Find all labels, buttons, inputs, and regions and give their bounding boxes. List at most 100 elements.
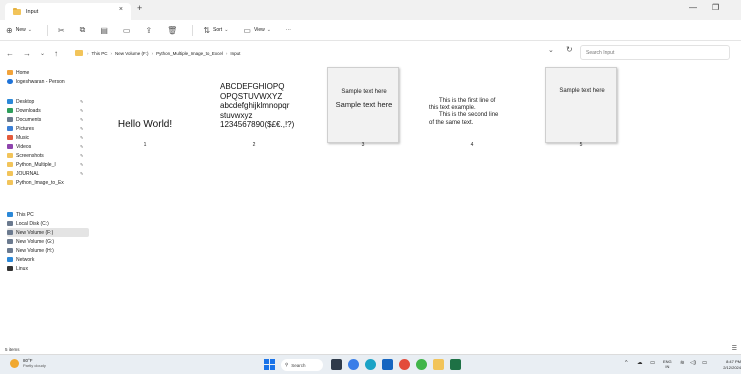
pin-icon[interactable]: ✎ (80, 117, 83, 122)
sidebar-item-new-volume-g[interactable]: New Volume (G:) (7, 237, 89, 246)
sidebar-item-python-multiple[interactable]: Python_Multiple_I ✎ (7, 160, 89, 169)
battery-icon[interactable]: ▭ (702, 360, 707, 366)
pin-icon[interactable]: ✎ (80, 171, 83, 176)
file-item[interactable]: Sample text here 5 (545, 67, 617, 153)
language-indicator[interactable]: ENG IN (663, 359, 672, 369)
excel-icon[interactable] (450, 359, 461, 370)
chevron-down-icon: ⌄ (224, 27, 229, 33)
sidebar-item-python-image[interactable]: Python_Image_to_Ex (7, 178, 89, 187)
app-icon[interactable] (416, 359, 427, 370)
address-bar[interactable]: › This PC › New Volume (F:) › Python_Mul… (71, 46, 541, 61)
pin-icon[interactable]: ✎ (80, 99, 83, 104)
maximize-button[interactable]: ❐ (712, 3, 719, 12)
pin-icon[interactable]: ✎ (80, 108, 83, 113)
sidebar-item-label: Local Disk (C:) (16, 220, 49, 227)
sidebar-item-linux[interactable]: Linux (7, 264, 89, 273)
more-options-button[interactable]: ··· (286, 27, 291, 33)
tray-app-icon[interactable]: ▭ (650, 360, 655, 366)
sidebar-item-onedrive[interactable]: logeshwaran - Person (7, 77, 89, 86)
taskbar-search[interactable]: ⚲ Search (281, 359, 323, 371)
cloud-tray-icon[interactable]: ☁ (637, 360, 643, 366)
file-name: 4 (470, 142, 474, 148)
folder-icon (7, 180, 13, 185)
sidebar-item-local-disk-c[interactable]: Local Disk (C:) (7, 219, 89, 228)
sidebar-item-new-volume-f[interactable]: New Volume (F:) (7, 228, 89, 237)
language-region: IN (665, 364, 670, 369)
wifi-icon[interactable]: ≋ (680, 360, 685, 366)
thumbnail-line: ABCDEFGHIOPQ (220, 82, 285, 91)
forward-arrow-icon[interactable]: → (23, 49, 31, 58)
sidebar-item-music[interactable]: Music ✎ (7, 133, 89, 142)
sort-button[interactable]: ⇅ Sort ⌄ (203, 26, 231, 35)
linux-icon (7, 266, 13, 271)
chrome-icon[interactable] (399, 359, 410, 370)
music-icon (7, 135, 13, 140)
folder-icon (7, 153, 13, 158)
copy-button[interactable]: ⧉ (80, 25, 89, 35)
sidebar-item-videos[interactable]: Videos ✎ (7, 142, 89, 151)
file-item[interactable]: Sample text here Sample text here 3 (327, 67, 399, 153)
cut-button[interactable]: ✂ (58, 26, 68, 35)
file-item[interactable]: ABCDEFGHIOPQ OPQSTUVWXYZ abcdefghijklmno… (218, 67, 294, 153)
plus-circle-icon: ⊕ (6, 25, 13, 35)
up-arrow-icon[interactable]: ↑ (54, 49, 58, 58)
pin-icon[interactable]: ✎ (80, 126, 83, 131)
sidebar-item-label: Home (16, 69, 30, 76)
search-input[interactable]: Search Input (580, 45, 730, 60)
sidebar-item-new-volume-h[interactable]: New Volume (H:) (7, 246, 89, 255)
sidebar-item-documents[interactable]: Documents ✎ (7, 115, 89, 124)
store-icon[interactable] (382, 359, 393, 370)
start-button[interactable] (264, 359, 275, 370)
refresh-icon[interactable]: ↻ (566, 45, 573, 54)
edge-browser-icon[interactable] (365, 359, 376, 370)
sidebar-item-label: logeshwaran - Person (16, 78, 65, 85)
weather-sun-icon (10, 358, 19, 368)
file-item[interactable]: Hello World! 1 (109, 67, 181, 153)
breadcrumb-new-volume[interactable]: New Volume (F:) (115, 51, 149, 56)
sidebar-item-label: Python_Multiple_I (16, 161, 56, 168)
sidebar-item-this-pc[interactable]: This PC (7, 210, 89, 219)
sidebar-item-pictures[interactable]: Pictures ✎ (7, 124, 89, 133)
close-tab-icon[interactable]: × (119, 6, 123, 13)
task-view-icon[interactable] (331, 359, 342, 370)
command-bar: ⊕ New ⌄ ✂ ⧉ ▤ ▭ ⇪ 🗑 ⇅ Sort ⌄ ▭ View ⌄ ··… (0, 20, 741, 41)
address-dropdown-icon[interactable]: ⌄ (548, 46, 554, 54)
sidebar-item-desktop[interactable]: Desktop ✎ (7, 97, 89, 106)
pin-icon[interactable]: ✎ (80, 153, 83, 158)
pin-icon[interactable]: ✎ (80, 144, 83, 149)
sidebar-item-journal[interactable]: JOURNAL ✎ (7, 169, 89, 178)
new-tab-button[interactable]: + (137, 3, 142, 13)
sidebar-item-screenshots[interactable]: Screenshots ✎ (7, 151, 89, 160)
windows-logo-icon (270, 365, 275, 370)
pin-icon[interactable]: ✎ (80, 135, 83, 140)
file-explorer-icon[interactable] (433, 359, 444, 370)
delete-button[interactable]: 🗑 (167, 26, 180, 35)
rename-button[interactable]: ▭ (123, 26, 134, 35)
back-arrow-icon[interactable]: ← (6, 49, 14, 58)
breadcrumb-input[interactable]: Input (230, 51, 240, 56)
file-item[interactable]: This is the first line of this text exam… (429, 67, 508, 153)
paste-button[interactable]: ▤ (100, 26, 111, 35)
item-count: 5 items (5, 346, 20, 352)
breadcrumb-project-folder[interactable]: Python_Multiple_Image_to_Excel (156, 51, 223, 56)
thumbnail-text: Sample text here (341, 89, 387, 95)
tab-input[interactable]: Input × (5, 3, 131, 20)
volume-icon[interactable]: ◁) (690, 360, 696, 366)
new-button[interactable]: ⊕ New ⌄ (6, 26, 35, 35)
sidebar-item-network[interactable]: Network (7, 255, 89, 264)
breadcrumb-this-pc[interactable]: This PC (92, 51, 108, 56)
weather-widget[interactable]: 80°F Partly cloudy (10, 358, 46, 368)
sidebar-item-home[interactable]: Home (7, 68, 89, 77)
pin-icon[interactable]: ✎ (80, 162, 83, 167)
view-button[interactable]: ▭ View ⌄ (243, 26, 274, 35)
chat-icon[interactable] (348, 359, 359, 370)
recent-chevron-icon[interactable]: ⌄ (40, 50, 45, 57)
minimize-button[interactable]: — (689, 3, 697, 12)
thumbnail-text: This is the first line of this text exam… (429, 98, 515, 127)
sidebar-item-downloads[interactable]: Downloads ✎ (7, 106, 89, 115)
share-button[interactable]: ⇪ (145, 26, 155, 35)
show-hidden-icons-chevron[interactable]: ^ (625, 360, 628, 366)
details-view-icon[interactable]: ☰ (732, 345, 737, 352)
clock[interactable]: 8:47 PM 2/12/2024 (717, 359, 741, 370)
drive-icon (7, 239, 13, 244)
